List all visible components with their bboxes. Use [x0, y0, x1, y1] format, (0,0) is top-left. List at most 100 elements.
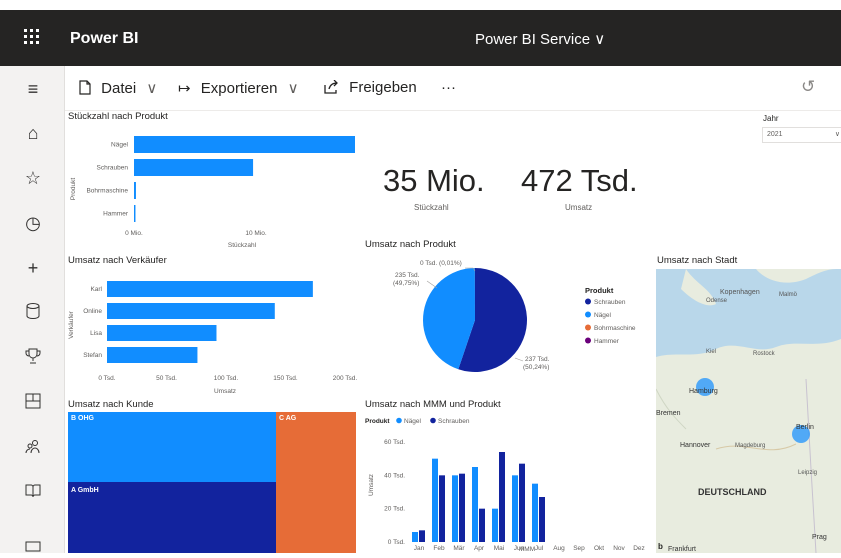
- bar[interactable]: [134, 205, 135, 222]
- legend-marker: [585, 312, 591, 318]
- bar[interactable]: [134, 182, 136, 199]
- kpi-revenue-value: 472 Tsd.: [521, 163, 638, 199]
- x-tick-label: 50 Tsd.: [156, 375, 177, 382]
- y-axis-title: Umsatz: [368, 474, 375, 496]
- legend-marker: [585, 338, 591, 344]
- rev-by-seller-chart[interactable]: Verkäufer KarlOnlineLisaStefan 0 Tsd.50 …: [65, 269, 365, 399]
- chevron-down-icon: ∨: [288, 80, 299, 97]
- home-icon[interactable]: ⌂: [22, 122, 44, 144]
- column-bar[interactable]: [452, 475, 458, 542]
- treemap-label: B OHG: [71, 415, 94, 422]
- legend-label: Nägel: [404, 418, 422, 425]
- book-icon[interactable]: [22, 482, 44, 504]
- export-label: Exportieren: [201, 80, 278, 97]
- x-tick-label: Jul: [535, 545, 544, 552]
- clock-icon[interactable]: ◷: [22, 212, 44, 234]
- x-tick-label: Jan: [414, 545, 425, 552]
- x-tick-label: Mai: [494, 545, 504, 552]
- column-bar[interactable]: [479, 509, 485, 542]
- database-icon[interactable]: [22, 302, 44, 324]
- category-label: Online: [83, 308, 102, 315]
- rev-by-seller-title: Umsatz nach Verkäufer: [68, 255, 167, 266]
- category-label: Hammer: [103, 211, 129, 218]
- map-label-hamburg: Hamburg: [689, 388, 718, 395]
- monitor-icon[interactable]: [22, 536, 44, 558]
- treemap-label: C AG: [279, 415, 296, 422]
- treemap-tile-c-ag[interactable]: C AG: [276, 412, 356, 553]
- command-bar: Datei ∨ ↦ Exportieren ∨ Freigeben ··· ↺: [65, 66, 841, 111]
- bar[interactable]: [134, 159, 253, 176]
- x-tick-label: 0 Mio.: [125, 230, 143, 237]
- reset-icon[interactable]: ↺: [801, 77, 815, 97]
- rev-by-city-title: Umsatz nach Stadt: [657, 255, 737, 266]
- y-tick-label: 40 Tsd.: [384, 472, 405, 479]
- kpi-quantity-label: Stückzahl: [414, 203, 449, 212]
- column-bar[interactable]: [519, 464, 525, 542]
- chevron-down-icon: ∨: [146, 80, 157, 97]
- rev-by-product-pie[interactable]: 0 Tsd. (0,01%) 235 Tsd.(49,75%) 237 Tsd.…: [365, 253, 650, 393]
- kpi-quantity-value: 35 Mio.: [383, 163, 485, 199]
- column-bar[interactable]: [412, 532, 418, 542]
- people-icon[interactable]: [22, 437, 44, 459]
- bar[interactable]: [107, 303, 275, 319]
- column-bar[interactable]: [432, 459, 438, 542]
- column-bar[interactable]: [419, 530, 425, 542]
- column-bar[interactable]: [459, 474, 465, 542]
- kpi-revenue-label: Umsatz: [565, 203, 592, 212]
- column-bar[interactable]: [472, 467, 478, 542]
- treemap-tile-b-ohg[interactable]: B OHG: [68, 412, 276, 482]
- year-slicer-dropdown[interactable]: 2021 ∨: [762, 127, 841, 143]
- year-slicer-value: 2021: [767, 131, 783, 138]
- column-bar[interactable]: [539, 497, 545, 542]
- file-menu[interactable]: Datei ∨: [79, 79, 157, 97]
- bar[interactable]: [107, 281, 313, 297]
- map-label-prag: Prag: [812, 534, 827, 541]
- qty-by-product-chart[interactable]: Produkt NägelSchraubenBohrmaschineHammer…: [65, 125, 355, 253]
- trophy-icon[interactable]: [22, 347, 44, 369]
- x-tick-label: 150 Tsd.: [273, 375, 298, 382]
- bar[interactable]: [134, 136, 355, 153]
- app-name[interactable]: Power BI: [70, 30, 138, 48]
- export-icon: ↦: [178, 80, 191, 97]
- waffle-icon[interactable]: [24, 29, 40, 50]
- bar[interactable]: [107, 325, 216, 341]
- x-tick-label: 100 Tsd.: [214, 375, 239, 382]
- map-label-magdeburg: Magdeburg: [735, 443, 765, 449]
- rev-by-city-map[interactable]: Kopenhagen Malmö Odense Kiel Rostock Ham…: [656, 269, 841, 553]
- rev-by-customer-title: Umsatz nach Kunde: [68, 399, 154, 410]
- share-icon: [324, 79, 343, 96]
- column-bar[interactable]: [532, 484, 538, 542]
- map-label-hannover: Hannover: [680, 442, 711, 449]
- column-bar[interactable]: [439, 475, 445, 542]
- x-axis-title: Umsatz: [214, 388, 236, 395]
- more-options-button[interactable]: ···: [441, 79, 456, 96]
- service-switcher[interactable]: Power BI Service ∨: [475, 30, 605, 48]
- plus-icon[interactable]: +: [22, 257, 44, 279]
- treemap-tile-a-gmbh[interactable]: A GmbH: [68, 482, 276, 553]
- chevron-down-icon: ∨: [835, 130, 840, 138]
- map-label-berlin: Berlin: [796, 424, 814, 431]
- y-axis-title: Produkt: [70, 178, 77, 201]
- rev-by-product-title: Umsatz nach Produkt: [365, 239, 456, 250]
- apps-icon[interactable]: [22, 392, 44, 414]
- export-menu[interactable]: ↦ Exportieren ∨: [178, 79, 299, 97]
- legend-label: Nägel: [594, 312, 612, 319]
- share-button[interactable]: Freigeben: [324, 79, 417, 96]
- star-icon[interactable]: ☆: [22, 167, 44, 189]
- x-axis-title: MMM: [519, 546, 535, 553]
- column-bar[interactable]: [499, 452, 505, 542]
- x-tick-label: Dez: [633, 545, 645, 552]
- hamburger-icon[interactable]: ≡: [22, 78, 44, 100]
- column-bar[interactable]: [492, 509, 498, 542]
- x-tick-label: 0 Tsd.: [98, 375, 115, 382]
- x-tick-label: Okt: [594, 545, 604, 552]
- document-icon: [79, 80, 95, 97]
- rev-by-month-chart[interactable]: Produkt NägelSchrauben Umsatz 0 Tsd.20 T…: [365, 411, 655, 553]
- y-tick-label: 20 Tsd.: [384, 506, 405, 513]
- x-tick-label: Aug: [553, 545, 565, 552]
- x-tick-label: Mär: [453, 545, 465, 552]
- x-tick-label: Nov: [613, 545, 625, 552]
- y-tick-label: 0 Tsd.: [388, 539, 405, 546]
- bar[interactable]: [107, 347, 197, 363]
- column-bar[interactable]: [512, 475, 518, 542]
